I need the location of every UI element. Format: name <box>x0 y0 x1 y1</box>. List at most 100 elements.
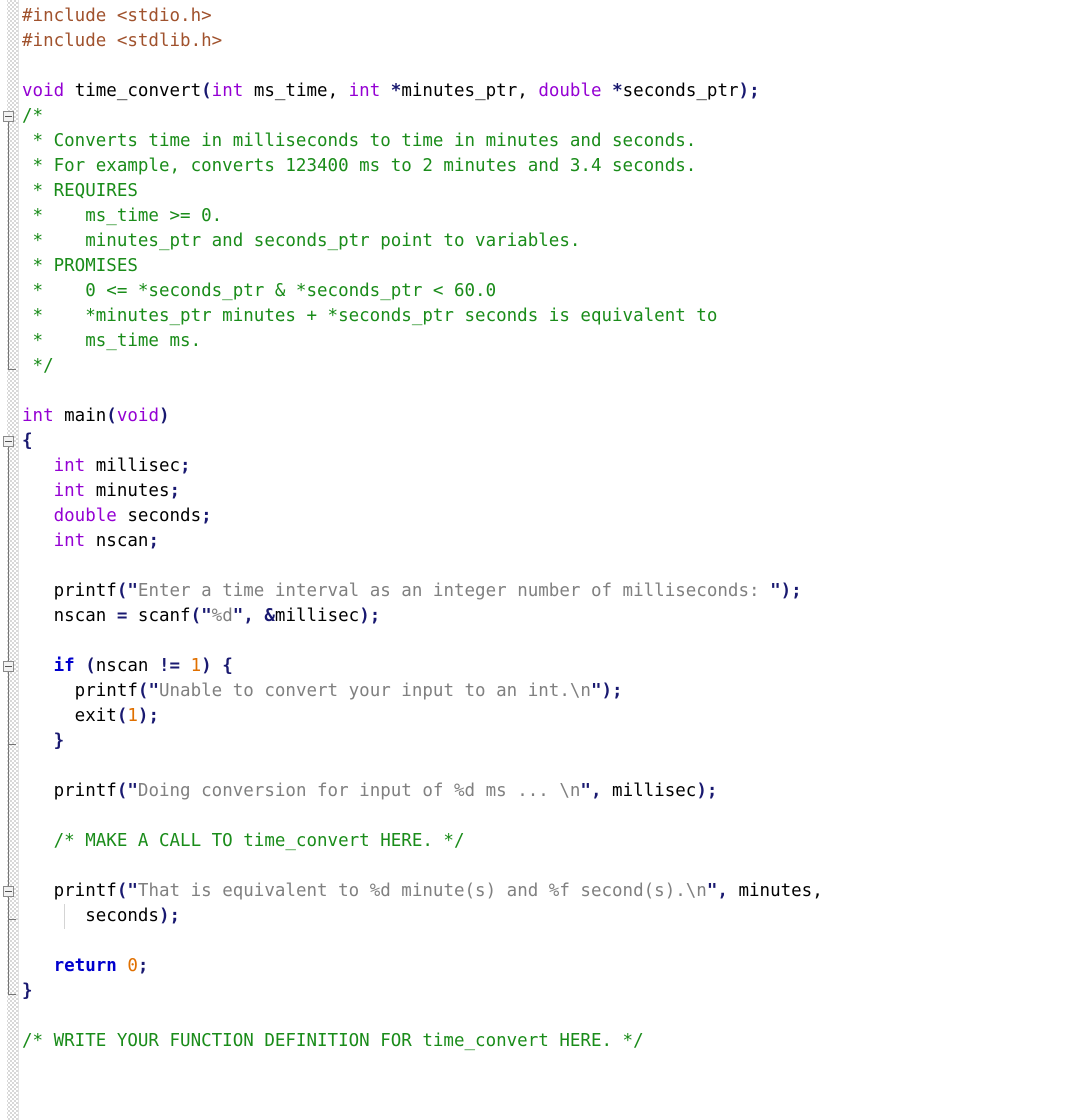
code-line[interactable]: * For example, converts 123400 ms to 2 m… <box>19 154 1081 179</box>
code-token: seconds <box>22 906 159 926</box>
code-line[interactable]: if (nscan != 1) { <box>19 654 1081 679</box>
code-line[interactable] <box>19 929 1081 954</box>
code-line[interactable] <box>19 54 1081 79</box>
code-token: scanf <box>127 606 191 626</box>
fold-marker-doc-comment[interactable] <box>3 111 14 122</box>
code-token: /* <box>22 106 44 126</box>
code-token: ; <box>201 506 212 526</box>
code-token: /* MAKE A CALL TO time_convert HERE. */ <box>22 831 465 851</box>
code-token: ( <box>74 656 96 676</box>
code-token: int <box>22 456 86 476</box>
code-token: int <box>338 81 381 101</box>
code-line[interactable]: /* <box>19 104 1081 129</box>
code-token: int <box>22 481 86 501</box>
code-line[interactable] <box>19 629 1081 654</box>
code-line[interactable]: printf("Doing conversion for input of %d… <box>19 779 1081 804</box>
code-token: ; <box>148 531 159 551</box>
code-token: ; <box>180 456 191 476</box>
code-token: ) <box>159 406 170 426</box>
code-token: { <box>22 431 33 451</box>
fold-marker-main-body[interactable] <box>3 436 14 447</box>
code-line[interactable]: double seconds; <box>19 504 1081 529</box>
code-token: void <box>22 81 65 101</box>
fold-marker-printf-continuation[interactable] <box>3 886 14 897</box>
code-line[interactable]: seconds); <box>19 904 1081 929</box>
code-line[interactable]: { <box>19 429 1081 454</box>
code-text-area[interactable]: #include <stdio.h> #include <stdlib.h> vo… <box>19 0 1081 1120</box>
code-line[interactable]: nscan = scanf("%d", &millisec); <box>19 604 1081 629</box>
code-token: * REQUIRES <box>22 181 138 201</box>
code-token: #include <box>22 6 117 26</box>
code-folding-gutter[interactable] <box>0 0 19 1120</box>
code-line[interactable] <box>19 754 1081 779</box>
code-token: printf <box>22 781 117 801</box>
code-token: Doing conversion for input of %d ms ... … <box>137 781 581 801</box>
code-line[interactable]: * 0 <= *seconds_ptr & *seconds_ptr < 60.… <box>19 279 1081 304</box>
code-line[interactable]: */ <box>19 354 1081 379</box>
code-editor[interactable]: #include <stdio.h> #include <stdlib.h> vo… <box>0 0 1081 1120</box>
code-line[interactable]: * ms_time ms. <box>19 329 1081 354</box>
code-line[interactable]: void time_convert(int ms_time, int *minu… <box>19 79 1081 104</box>
code-token: #include <box>22 31 117 51</box>
code-token: seconds_ptr <box>622 81 739 101</box>
code-token: if <box>22 656 75 676</box>
code-token: nscan <box>85 531 149 551</box>
code-line[interactable] <box>19 804 1081 829</box>
code-line[interactable] <box>19 854 1081 879</box>
code-token: double <box>527 81 602 101</box>
code-token: ( <box>116 706 128 726</box>
code-line[interactable]: int minutes; <box>19 479 1081 504</box>
code-line[interactable]: /* MAKE A CALL TO time_convert HERE. */ <box>19 829 1081 854</box>
code-token: Unable to convert your input to an int.\… <box>158 681 591 701</box>
code-line[interactable]: * Converts time in milliseconds to time … <box>19 129 1081 154</box>
code-line[interactable] <box>19 1054 1081 1079</box>
code-token: ); <box>359 606 381 626</box>
code-token: int <box>211 81 244 101</box>
code-token: ms_time, <box>243 81 339 101</box>
code-line[interactable]: int millisec; <box>19 454 1081 479</box>
code-line[interactable]: #include <stdio.h> <box>19 4 1081 29</box>
code-line[interactable]: #include <stdlib.h> <box>19 29 1081 54</box>
code-token: <stdlib.h> <box>116 31 223 51</box>
code-token: void <box>116 406 159 426</box>
code-token: (" <box>116 581 138 601</box>
code-line[interactable] <box>19 554 1081 579</box>
code-token: ; <box>169 481 181 501</box>
code-line[interactable]: printf("That is equivalent to %d minute(… <box>19 879 1081 904</box>
code-line[interactable]: printf("Unable to convert your input to … <box>19 679 1081 704</box>
code-line[interactable]: * ms_time >= 0. <box>19 204 1081 229</box>
code-token: (" <box>116 881 138 901</box>
code-line[interactable] <box>19 379 1081 404</box>
code-line[interactable]: int main(void) <box>19 404 1081 429</box>
code-line[interactable] <box>19 1079 1081 1104</box>
code-line[interactable]: /* WRITE YOUR FUNCTION DEFINITION FOR ti… <box>19 1029 1081 1054</box>
code-line[interactable]: } <box>19 979 1081 1004</box>
code-line[interactable] <box>19 1004 1081 1029</box>
code-token: /* WRITE YOUR FUNCTION DEFINITION FOR ti… <box>22 1031 644 1051</box>
code-token: int <box>22 531 86 551</box>
code-token: * For example, converts 123400 ms to 2 m… <box>22 156 697 176</box>
code-token: ) { <box>201 656 233 676</box>
code-token: ); <box>158 906 181 926</box>
code-line[interactable]: exit(1); <box>19 704 1081 729</box>
code-line[interactable]: return 0; <box>19 954 1081 979</box>
code-line[interactable]: * *minutes_ptr minutes + *seconds_ptr se… <box>19 304 1081 329</box>
code-line[interactable]: } <box>19 729 1081 754</box>
code-token: (" <box>190 606 212 626</box>
code-token: millisec <box>274 606 360 626</box>
code-token: = <box>116 606 128 626</box>
code-line[interactable]: int nscan; <box>19 529 1081 554</box>
code-token: <stdio.h> <box>116 6 212 26</box>
code-line[interactable]: printf("Enter a time interval as an inte… <box>19 579 1081 604</box>
code-token: != <box>158 656 181 676</box>
code-token: } <box>22 981 33 1001</box>
code-token: "); <box>770 581 802 601</box>
code-line[interactable]: * PROMISES <box>19 254 1081 279</box>
code-line[interactable]: * REQUIRES <box>19 179 1081 204</box>
code-token: nscan <box>22 606 117 626</box>
code-token: (" <box>116 781 138 801</box>
code-line[interactable]: * minutes_ptr and seconds_ptr point to v… <box>19 229 1081 254</box>
fold-marker-if-block[interactable] <box>3 661 14 672</box>
code-token: minutes <box>85 481 170 501</box>
code-token: "); <box>590 681 623 701</box>
